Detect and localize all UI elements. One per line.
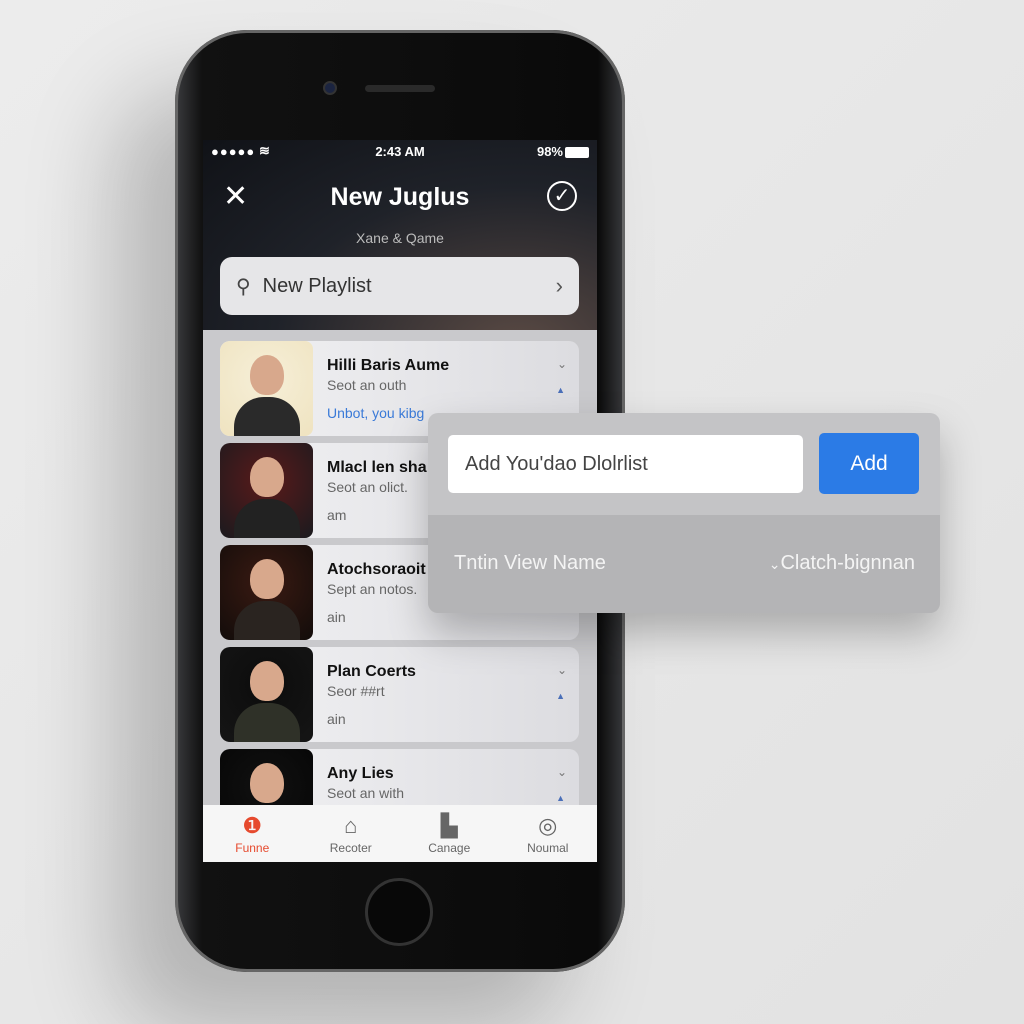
check-circle-icon[interactable]: ✓: [547, 181, 577, 211]
item-title: Any Lies: [327, 765, 394, 782]
search-field[interactable]: ⚲ New Playlist ›: [220, 257, 579, 315]
tab-bar: ❶ Funne ⌂ Recoter ▙ Canage ◎ Noumal: [203, 805, 597, 862]
face: [250, 661, 284, 701]
item-extra: ain: [327, 609, 346, 625]
tab-label: Canage: [428, 841, 471, 855]
figure: [234, 397, 300, 436]
battery-icon: [565, 147, 589, 158]
album-art: [220, 341, 313, 436]
search-value: New Playlist: [262, 274, 372, 297]
item-subtitle: Seot an with: [327, 785, 405, 801]
item-subtitle: Sept an notos.: [327, 581, 418, 597]
tab-label: Noumal: [527, 841, 569, 855]
item-title: Plan Coerts: [327, 663, 416, 680]
add-playlist-popup: Add You'dao Dlolrlist Add Tntin View Nam…: [428, 413, 940, 613]
item-extra: ain: [327, 711, 346, 727]
chevron-down-icon: ⌄: [768, 556, 781, 572]
tab-noumal[interactable]: ◎ Noumal: [499, 805, 598, 862]
album-art: [220, 545, 313, 640]
tab-canage[interactable]: ▙ Canage: [400, 805, 499, 862]
list-item[interactable]: Plan Coerts Seor ##rt ain ⌄ ▲: [220, 647, 579, 742]
flame-icon: ❶: [242, 813, 263, 838]
tab-recoter[interactable]: ⌂ Recoter: [302, 805, 401, 862]
view-name-value: Clatch-bignnan: [780, 552, 915, 574]
figure: [234, 703, 300, 742]
item-subtitle: Seot an outh: [327, 377, 407, 393]
tab-label: Recoter: [329, 841, 372, 855]
triangle-icon: ▲: [556, 793, 565, 803]
triangle-icon: ▲: [556, 385, 565, 395]
face: [250, 559, 284, 599]
triangle-icon: ▲: [556, 691, 565, 701]
library-icon: ▙: [440, 813, 458, 838]
figure: [234, 601, 300, 640]
camera: [323, 81, 337, 95]
add-button[interactable]: Add: [819, 433, 919, 494]
tab-label: Funne: [235, 841, 270, 855]
album-art: [220, 647, 313, 742]
status-bar: ●●●●● ≋ 2:43 AM 98%: [203, 143, 597, 164]
playlist-name-input[interactable]: Add You'dao Dlolrlist: [448, 435, 803, 493]
item-subtitle: Seot an olict.: [327, 479, 408, 495]
album-art: [220, 443, 313, 538]
item-extra: Unbot, you kibg: [327, 405, 425, 421]
item-title: Atochsoraoit: [327, 561, 426, 578]
header: ●●●●● ≋ 2:43 AM 98% ✕ New Juglus ✓ Xane …: [203, 140, 597, 330]
item-title: Hilli Baris Aume: [327, 357, 450, 374]
chevron-down-icon[interactable]: ⌄: [557, 765, 567, 779]
chevron-down-icon[interactable]: ⌄: [557, 357, 567, 371]
face: [250, 355, 284, 395]
home-button[interactable]: [365, 878, 433, 946]
view-name-select[interactable]: ⌄Clatch-bignnan: [769, 552, 915, 575]
figure: [234, 499, 300, 538]
face: [250, 457, 284, 497]
face: [250, 763, 284, 803]
chevron-down-icon[interactable]: ⌄: [557, 663, 567, 677]
profile-icon: ◎: [538, 813, 558, 838]
chevron-right-icon: ›: [555, 273, 563, 298]
search-icon: ⚲: [236, 275, 251, 298]
item-extra: am: [327, 507, 347, 523]
tab-funne[interactable]: ❶ Funne: [203, 805, 302, 862]
view-name-label: Tntin View Name: [454, 552, 606, 574]
item-subtitle: Seor ##rt: [327, 683, 385, 699]
item-title: Mlacl len sha: [327, 459, 427, 476]
page-subtitle: Xane & Qame: [356, 230, 444, 246]
speaker: [365, 85, 435, 92]
battery-percent: 98%: [536, 144, 563, 159]
house-icon: ⌂: [344, 813, 358, 838]
page-title: New Juglus: [330, 183, 470, 211]
